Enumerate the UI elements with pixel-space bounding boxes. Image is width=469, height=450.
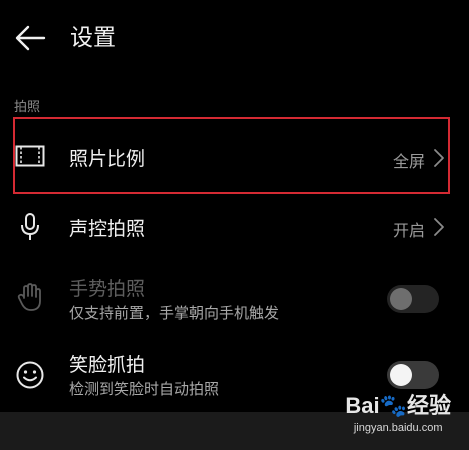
- page-title: 设置: [70, 25, 116, 51]
- toggle-knob: [390, 364, 412, 386]
- baidu-jingyan-watermark: Bai🐾经验 jingyan.baidu.com: [345, 388, 451, 434]
- watermark-url: jingyan.baidu.com: [353, 422, 443, 434]
- hand-gesture-icon: [14, 281, 46, 313]
- microphone-icon: [14, 211, 46, 243]
- camera-settings-screen: 设置 拍照 照片比例 全屏 声控拍照 开启 手势拍照 仅支持前置，手掌朝向手机触…: [0, 0, 469, 450]
- back-button[interactable]: [10, 18, 50, 58]
- smile-capture-subtitle: 检测到笑脸时自动拍照: [69, 380, 220, 398]
- chevron-right-icon: [434, 218, 444, 236]
- smile-capture-toggle[interactable]: [387, 361, 439, 389]
- header: 设置: [0, 0, 469, 78]
- gesture-capture-subtitle: 仅支持前置，手掌朝向手机触发: [69, 304, 280, 322]
- section-label: 拍照: [14, 100, 41, 115]
- voice-capture-value: 开启: [392, 221, 425, 240]
- gesture-capture-toggle: [387, 285, 439, 313]
- smile-face-icon: [14, 359, 46, 391]
- watermark-logo: Bai🐾经验: [345, 393, 451, 418]
- toggle-knob: [390, 288, 412, 310]
- highlight-annotation-box: [13, 117, 450, 194]
- gesture-capture-title: 手势拍照: [69, 278, 146, 300]
- voice-capture-title: 声控拍照: [69, 218, 146, 240]
- voice-capture-row[interactable]: 声控拍照 开启: [0, 194, 469, 260]
- gesture-capture-row: 手势拍照 仅支持前置，手掌朝向手机触发: [0, 266, 469, 336]
- back-arrow-icon: [15, 25, 46, 51]
- paw-icon: 🐾: [379, 393, 407, 418]
- smile-capture-title: 笑脸抓拍: [69, 354, 146, 376]
